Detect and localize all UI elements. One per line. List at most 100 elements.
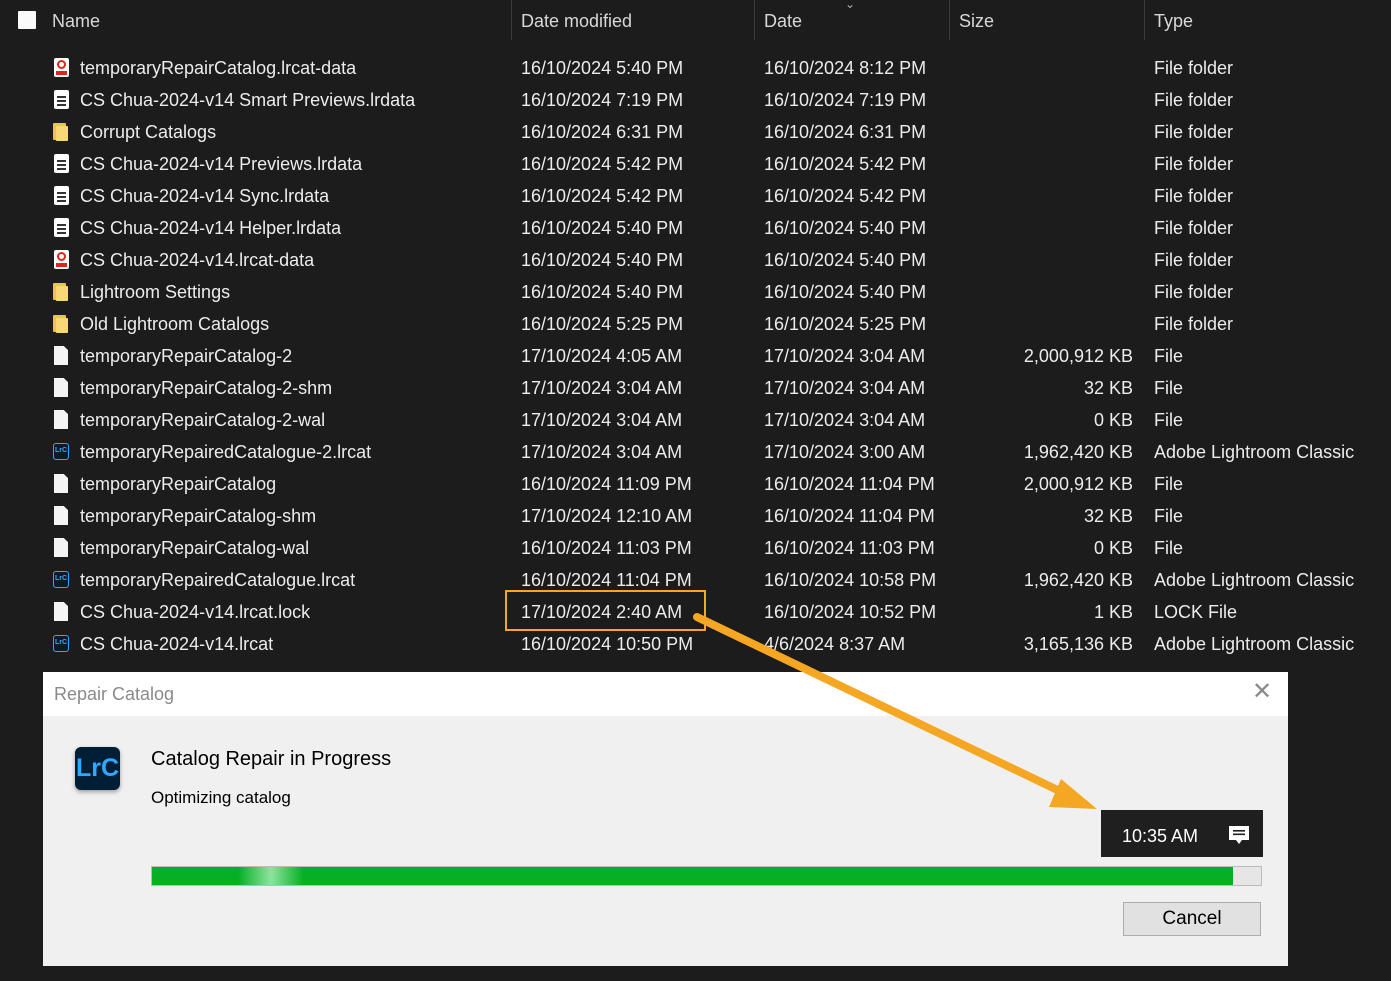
file-row[interactable]: CS Chua-2024-v14 Helper.lrdata 16/10/2024… bbox=[0, 212, 1391, 244]
lrdata-file-icon bbox=[52, 217, 72, 239]
file-type: File bbox=[1154, 506, 1184, 526]
file-date: 16/10/2024 10:52 PM bbox=[764, 602, 937, 622]
file-size: 3,165,136 KB bbox=[1023, 634, 1133, 654]
file-date: 17/10/2024 3:04 AM bbox=[764, 346, 926, 366]
file-row[interactable]: LrC temporaryRepairedCatalogue-2.lrcat 17/… bbox=[0, 436, 1391, 468]
file-date: 16/10/2024 11:03 PM bbox=[764, 538, 935, 558]
file-date: 16/10/2024 5:42 PM bbox=[764, 186, 927, 206]
file-name: temporaryRepairCatalog-2-shm bbox=[80, 378, 333, 398]
file-size: 2,000,912 KB bbox=[1023, 346, 1133, 366]
file-row[interactable]: temporaryRepairCatalog-2 17/10/2024 4:05 … bbox=[0, 340, 1391, 372]
file-type: Adobe Lightroom Classic bbox=[1154, 634, 1355, 654]
dialog-titlebar: Repair Catalog ✕ bbox=[43, 672, 1288, 716]
file-type: File bbox=[1154, 474, 1184, 494]
file-date-modified: 16/10/2024 5:25 PM bbox=[521, 314, 684, 334]
file-size bbox=[960, 212, 1133, 244]
select-all-checkbox[interactable] bbox=[18, 11, 36, 29]
file-row[interactable]: CS Chua-2024-v14 Previews.lrdata 16/10/20… bbox=[0, 148, 1391, 180]
file-date-modified: 16/10/2024 5:40 PM bbox=[521, 218, 684, 238]
file-size: 1 KB bbox=[1093, 602, 1133, 622]
lrdata-file-icon bbox=[52, 153, 72, 175]
file-row[interactable]: Corrupt Catalogs 16/10/2024 6:31 PM 16/10/… bbox=[0, 116, 1391, 148]
file-type: LOCK File bbox=[1154, 602, 1238, 622]
file-name: CS Chua-2024-v14 Sync.lrdata bbox=[80, 186, 330, 206]
close-icon[interactable]: ✕ bbox=[1252, 678, 1272, 706]
taskbar-clock[interactable]: 10:35 AM bbox=[1101, 810, 1263, 857]
file-row[interactable]: temporaryRepairCatalog-2-wal 17/10/2024 3… bbox=[0, 404, 1391, 436]
notification-icon[interactable] bbox=[1227, 823, 1251, 847]
file-name: Old Lightroom Catalogs bbox=[80, 314, 270, 334]
file-type: File folder bbox=[1154, 122, 1234, 142]
dialog-status-text: Optimizing catalog bbox=[151, 788, 291, 807]
lrc-file-icon: LrC bbox=[52, 569, 72, 591]
file-name: temporaryRepairCatalog-wal bbox=[80, 538, 310, 558]
column-header-size[interactable]: Size bbox=[949, 0, 1144, 40]
file-size bbox=[960, 180, 1133, 212]
file-name: CS Chua-2024-v14 Previews.lrdata bbox=[80, 154, 363, 174]
file-type: File folder bbox=[1154, 218, 1234, 238]
file-row[interactable]: LrC CS Chua-2024-v14.lrcat 16/10/2024 10:5… bbox=[0, 628, 1391, 660]
column-header-type[interactable]: Type bbox=[1144, 0, 1391, 40]
file-date-modified: 16/10/2024 5:40 PM bbox=[521, 58, 684, 78]
file-size bbox=[960, 52, 1133, 84]
file-date-modified: 16/10/2024 5:40 PM bbox=[521, 250, 684, 270]
folder-icon bbox=[52, 121, 72, 143]
file-date: 16/10/2024 5:40 PM bbox=[764, 218, 927, 238]
column-header-name[interactable]: Name bbox=[52, 0, 512, 40]
file-icon bbox=[52, 601, 72, 623]
file-name: temporaryRepairCatalog-2-wal bbox=[80, 410, 326, 430]
lightroom-classic-app-icon: LrC bbox=[75, 747, 120, 790]
file-name: CS Chua-2024-v14 Helper.lrdata bbox=[80, 218, 342, 238]
file-name: temporaryRepairCatalog bbox=[80, 474, 277, 494]
file-name: temporaryRepairedCatalogue.lrcat bbox=[80, 570, 356, 590]
lrdata-file-icon bbox=[52, 89, 72, 111]
file-name: CS Chua-2024-v14.lrcat-data bbox=[80, 250, 315, 270]
column-header-row: Name Date modified Date ⌄ Size Type bbox=[0, 0, 1391, 42]
file-name: temporaryRepairCatalog-2 bbox=[80, 346, 293, 366]
file-date-modified: 16/10/2024 5:42 PM bbox=[521, 186, 684, 206]
file-row[interactable]: CS Chua-2024-v14 Sync.lrdata 16/10/2024 5… bbox=[0, 180, 1391, 212]
file-type: Adobe Lightroom Classic bbox=[1154, 442, 1355, 462]
file-date: 17/10/2024 3:00 AM bbox=[764, 442, 926, 462]
folder-icon bbox=[52, 313, 72, 335]
sort-chevron-icon: ⌄ bbox=[845, 0, 856, 11]
dialog-title: Repair Catalog bbox=[54, 684, 175, 704]
file-size bbox=[960, 308, 1133, 340]
file-name: CS Chua-2024-v14.lrcat bbox=[80, 634, 274, 654]
file-date: 4/6/2024 8:37 AM bbox=[764, 634, 906, 654]
file-date: 16/10/2024 11:04 PM bbox=[764, 506, 935, 526]
file-date: 17/10/2024 3:04 AM bbox=[764, 378, 926, 398]
cancel-button[interactable]: Cancel bbox=[1123, 902, 1261, 936]
file-row[interactable]: Lightroom Settings 16/10/2024 5:40 PM 16/1… bbox=[0, 276, 1391, 308]
file-row[interactable]: Old Lightroom Catalogs 16/10/2024 5:25 PM… bbox=[0, 308, 1391, 340]
file-size: 1,962,420 KB bbox=[1023, 442, 1133, 462]
file-size: 32 KB bbox=[1083, 506, 1133, 526]
file-date-modified: 17/10/2024 4:05 AM bbox=[521, 346, 683, 366]
file-name: Lightroom Settings bbox=[80, 282, 231, 302]
file-date: 16/10/2024 5:40 PM bbox=[764, 282, 927, 302]
file-date: 16/10/2024 8:12 PM bbox=[764, 58, 927, 78]
lrdata-file-icon bbox=[52, 185, 72, 207]
column-header-date-modified[interactable]: Date modified bbox=[511, 0, 754, 40]
file-list: temporaryRepairCatalog.lrcat-data 16/10/2… bbox=[0, 52, 1391, 660]
file-row[interactable]: temporaryRepairCatalog.lrcat-data 16/10/2… bbox=[0, 52, 1391, 84]
file-date-modified: 16/10/2024 5:40 PM bbox=[521, 282, 684, 302]
file-row[interactable]: temporaryRepairCatalog-shm 17/10/2024 12:… bbox=[0, 500, 1391, 532]
file-row[interactable]: temporaryRepairCatalog 16/10/2024 11:09 P… bbox=[0, 468, 1391, 500]
file-row[interactable]: CS Chua-2024-v14 Smart Previews.lrdata 16… bbox=[0, 84, 1391, 116]
file-row[interactable]: CS Chua-2024-v14.lrcat-data 16/10/2024 5:… bbox=[0, 244, 1391, 276]
file-name: Corrupt Catalogs bbox=[80, 122, 217, 142]
file-type: File bbox=[1154, 346, 1184, 366]
file-size bbox=[960, 276, 1133, 308]
file-date-modified: 17/10/2024 3:04 AM bbox=[521, 378, 683, 398]
file-date-modified: 17/10/2024 3:04 AM bbox=[521, 442, 683, 462]
file-row[interactable]: temporaryRepairCatalog-wal 16/10/2024 11:… bbox=[0, 532, 1391, 564]
file-date: 16/10/2024 11:04 PM bbox=[764, 474, 935, 494]
file-row[interactable]: temporaryRepairCatalog-2-shm 17/10/2024 3… bbox=[0, 372, 1391, 404]
file-type: File folder bbox=[1154, 250, 1234, 270]
file-date-modified: 16/10/2024 5:42 PM bbox=[521, 154, 684, 174]
file-name: temporaryRepairedCatalogue-2.lrcat bbox=[80, 442, 372, 462]
lrc-file-icon: LrC bbox=[52, 441, 72, 463]
file-icon bbox=[52, 377, 72, 399]
dialog-heading: Catalog Repair in Progress bbox=[151, 748, 392, 770]
